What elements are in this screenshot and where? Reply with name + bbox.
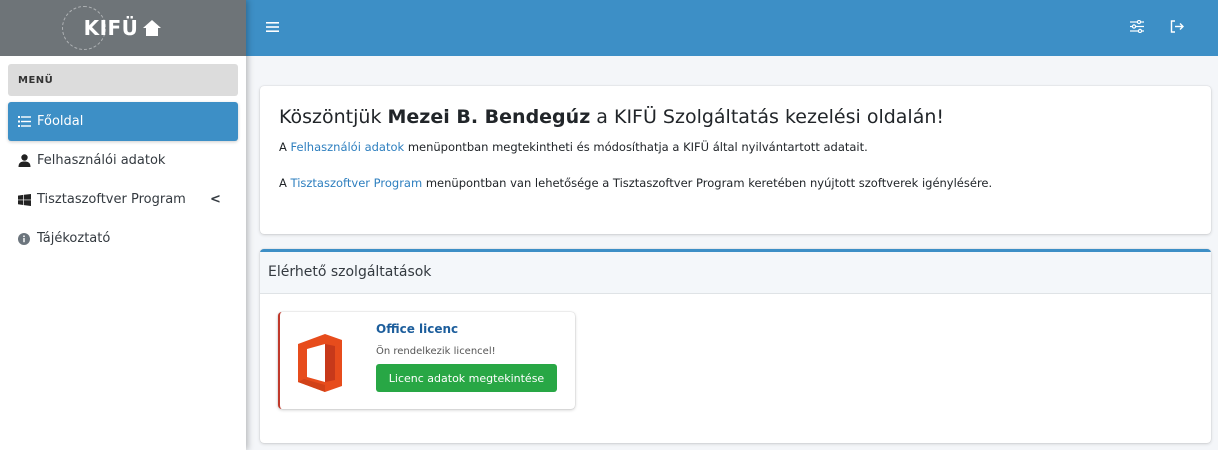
brand-name: KIFÜ xyxy=(83,16,139,40)
sidebar-item-tajekoztato[interactable]: Tájékoztató xyxy=(8,219,238,258)
chevron-left-icon[interactable]: < xyxy=(210,192,221,207)
hamburger-icon[interactable] xyxy=(266,18,279,37)
welcome-line-tisztaszoftver: A Tisztaszoftver Program menüpontban van… xyxy=(279,176,1211,190)
view-licence-button[interactable]: Licenc adatok megtekintése xyxy=(376,364,557,392)
menu-header: MENÜ xyxy=(8,64,238,96)
services-header: Elérhető szolgáltatások xyxy=(260,252,1211,294)
tisztaszoftver-link[interactable]: Tisztaszoftver Program xyxy=(291,176,423,190)
welcome-title: Köszöntjük Mezei B. Bendegúz a KIFÜ Szol… xyxy=(279,106,1211,128)
sidebar-item-label: Tisztaszoftver Program xyxy=(37,192,186,207)
sidebar-item-label: Tájékoztató xyxy=(37,231,111,246)
sidebar-item-label: Főoldal xyxy=(37,114,84,129)
line-prefix: A xyxy=(279,140,287,154)
sliders-icon[interactable] xyxy=(1130,18,1144,37)
sidebar-item-felhasznaloi-adatok[interactable]: Felhasználói adatok xyxy=(8,141,238,180)
user-data-link[interactable]: Felhasználói adatok xyxy=(291,140,405,154)
windows-icon xyxy=(17,193,31,207)
sidebar-item-label: Felhasználói adatok xyxy=(37,153,166,168)
services-card: Elérhető szolgáltatások Office licenc Ön… xyxy=(260,249,1211,443)
house-icon xyxy=(142,20,162,36)
user-icon xyxy=(17,154,31,168)
office-icon xyxy=(298,334,342,392)
line-text: menüpontban van lehetősége a Tisztaszoft… xyxy=(425,176,993,190)
service-status: Ön rendelkezik licencel! xyxy=(376,346,496,357)
sidebar-item-tisztaszoftver-program[interactable]: Tisztaszoftver Program < xyxy=(8,180,238,219)
sidebar-item-fooldal[interactable]: Főoldal xyxy=(8,102,238,141)
welcome-title-suffix: a KIFÜ Szolgáltatás kezelési oldalán! xyxy=(596,106,945,128)
info-icon xyxy=(17,232,31,246)
line-text: menüpontban megtekintheti és módosíthatj… xyxy=(407,140,868,154)
welcome-line-user-data: A Felhasználói adatok menüpontban megtek… xyxy=(279,140,1211,154)
welcome-title-prefix: Köszöntjük xyxy=(279,106,382,128)
brand-logo[interactable]: KIFÜ xyxy=(0,0,246,56)
welcome-card: Köszöntjük Mezei B. Bendegúz a KIFÜ Szol… xyxy=(260,86,1211,234)
service-title: Office licenc xyxy=(376,322,459,336)
sidebar: KIFÜ MENÜ Főoldal Felhasználói adatok Ti… xyxy=(0,0,246,450)
list-icon xyxy=(17,115,31,129)
line-prefix: A xyxy=(279,176,287,190)
user-name: Mezei B. Bendegúz xyxy=(387,106,591,128)
logout-icon[interactable] xyxy=(1170,18,1184,37)
office-licence-card: Office licenc Ön rendelkezik licencel! L… xyxy=(278,312,575,409)
topbar xyxy=(246,0,1218,56)
